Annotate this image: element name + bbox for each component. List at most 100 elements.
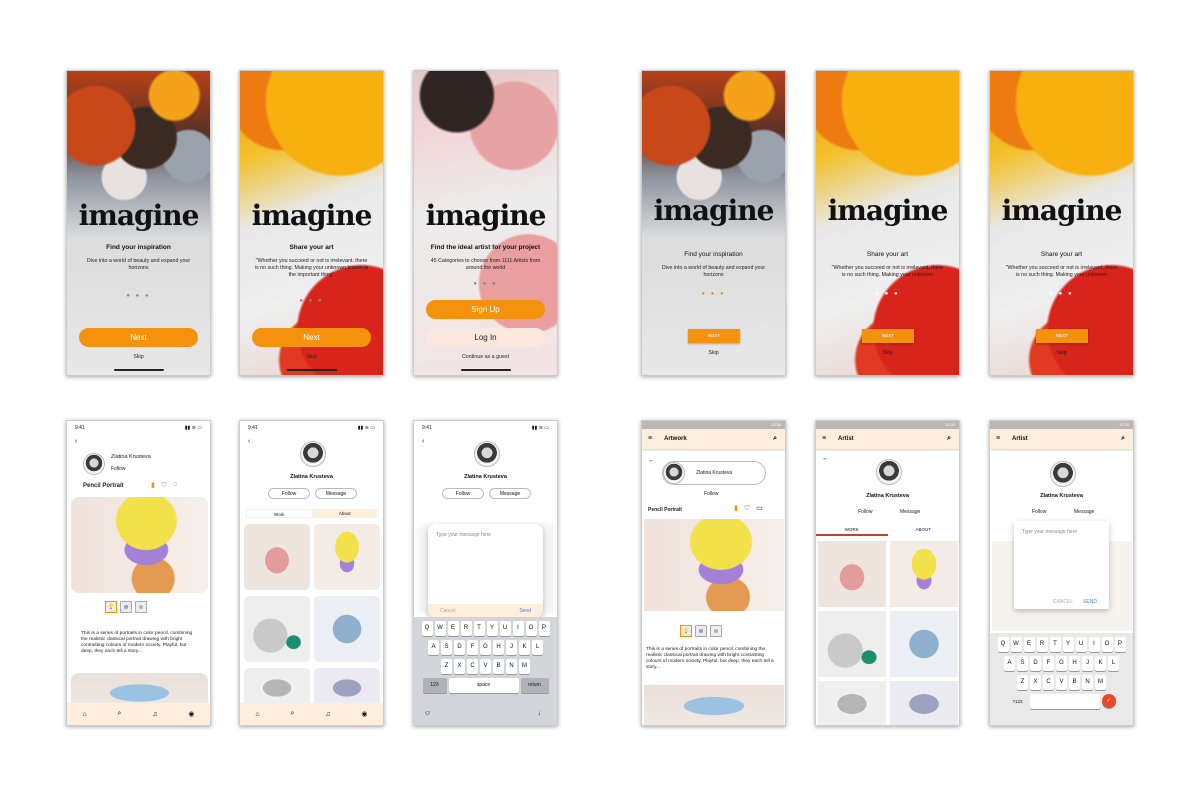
follow-button[interactable]: Follow	[268, 488, 310, 499]
thumbnail[interactable]	[680, 625, 692, 637]
heart-icon[interactable]: ♡	[744, 504, 750, 512]
menu-icon[interactable]: ≡	[996, 429, 1000, 449]
artwork-image[interactable]	[644, 519, 784, 611]
back-arrow-icon[interactable]: ←	[648, 457, 655, 464]
avatar[interactable]	[83, 453, 105, 475]
key-l[interactable]: L	[532, 640, 543, 655]
thumbnail[interactable]	[695, 625, 707, 637]
thumbnail[interactable]	[120, 601, 132, 613]
gallery-tile[interactable]	[244, 596, 310, 662]
key-e[interactable]: E	[1023, 637, 1035, 652]
gallery-tile[interactable]	[314, 524, 380, 590]
message-button[interactable]: Message	[1074, 509, 1094, 515]
follow-link[interactable]: Follow	[111, 466, 125, 472]
key-o[interactable]: O	[1101, 637, 1113, 652]
gallery-tile[interactable]	[244, 668, 310, 708]
key-l[interactable]: L	[1108, 656, 1119, 671]
artwork-image[interactable]	[71, 497, 208, 593]
back-icon[interactable]: ‹	[422, 438, 424, 445]
key-j[interactable]: J	[1082, 656, 1093, 671]
key-u[interactable]: U	[499, 621, 511, 636]
skip-link[interactable]: Skip	[816, 350, 959, 356]
search-icon[interactable]: ⌕	[1121, 429, 1125, 449]
key-w[interactable]: W	[1010, 637, 1022, 652]
message-button[interactable]: Message	[489, 488, 531, 499]
key-h[interactable]: H	[493, 640, 504, 655]
gallery-tile[interactable]	[314, 596, 380, 662]
next-button[interactable]: Next	[252, 328, 371, 347]
next-button[interactable]: Next	[79, 328, 198, 347]
gallery-tile[interactable]	[314, 668, 380, 708]
key-f[interactable]: F	[467, 640, 478, 655]
cancel-button[interactable]: Cancel	[440, 604, 456, 618]
key-f[interactable]: F	[1043, 656, 1054, 671]
bell-icon[interactable]: ♫	[152, 711, 157, 718]
continue-as-guest-link[interactable]: Continue as a guest	[414, 354, 557, 360]
home-icon[interactable]: ⌂	[255, 711, 259, 718]
skip-link[interactable]: Skip	[67, 354, 210, 360]
search-icon[interactable]: ⌕	[947, 429, 951, 449]
key-k[interactable]: K	[1095, 656, 1106, 671]
menu-icon[interactable]: ≡	[648, 429, 652, 449]
key-a[interactable]: A	[1004, 656, 1015, 671]
bookmark-icon[interactable]: ▮	[734, 504, 738, 512]
follow-button[interactable]: Follow	[442, 488, 484, 499]
avatar[interactable]	[663, 462, 685, 484]
key-p[interactable]: P	[1114, 637, 1126, 652]
follow-link[interactable]: Follow	[704, 491, 718, 497]
key-k[interactable]: K	[519, 640, 530, 655]
return-key[interactable]: return	[520, 678, 549, 693]
microphone-icon[interactable]: ♩	[538, 710, 545, 717]
key-y[interactable]: Y	[486, 621, 498, 636]
key-s[interactable]: S	[441, 640, 452, 655]
key-h[interactable]: H	[1069, 656, 1080, 671]
back-arrow-icon[interactable]: ←	[822, 455, 829, 462]
message-input[interactable]: Type your message here	[1014, 521, 1109, 543]
key-c[interactable]: C	[1043, 675, 1054, 690]
key-m[interactable]: M	[1095, 675, 1106, 690]
send-button[interactable]: SEND	[1083, 595, 1097, 609]
gallery-tile[interactable]	[890, 541, 958, 607]
skip-link[interactable]: Skip	[642, 350, 785, 356]
profile-icon[interactable]: ◉	[361, 710, 367, 718]
key-x[interactable]: X	[454, 659, 465, 674]
gallery-tile[interactable]	[818, 541, 886, 607]
gallery-tile[interactable]	[890, 681, 958, 725]
key-v[interactable]: V	[1056, 675, 1067, 690]
follow-button[interactable]: Follow	[1032, 509, 1046, 515]
log-in-button[interactable]: Log In	[426, 328, 545, 347]
key-y[interactable]: Y	[1062, 637, 1074, 652]
skip-link[interactable]: Skip	[990, 350, 1133, 356]
search-icon[interactable]: ⌕	[291, 710, 295, 718]
gallery-tile[interactable]	[818, 611, 886, 677]
gallery-tile[interactable]	[244, 524, 310, 590]
key-q[interactable]: Q	[421, 621, 433, 636]
heart-icon[interactable]: ♡	[161, 481, 167, 489]
thumbnail[interactable]	[105, 601, 117, 613]
key-a[interactable]: A	[428, 640, 439, 655]
comment-icon[interactable]: ◌	[173, 481, 177, 489]
skip-link[interactable]: Skip	[240, 354, 383, 360]
tab-work[interactable]: Work	[246, 509, 313, 518]
bell-icon[interactable]: ♫	[325, 711, 330, 718]
key-p[interactable]: P	[538, 621, 550, 636]
message-input[interactable]: Type your message here	[428, 524, 543, 546]
key-j[interactable]: J	[506, 640, 517, 655]
key-d[interactable]: D	[454, 640, 465, 655]
key-m[interactable]: M	[519, 659, 530, 674]
key-r[interactable]: R	[460, 621, 472, 636]
key-r[interactable]: R	[1036, 637, 1048, 652]
key-x[interactable]: X	[1030, 675, 1041, 690]
comment-icon[interactable]: ▭	[756, 504, 763, 512]
key-c[interactable]: C	[467, 659, 478, 674]
sign-up-button[interactable]: Sign Up	[426, 300, 545, 319]
bookmark-icon[interactable]: ▮	[151, 481, 155, 489]
key-t[interactable]: T	[1049, 637, 1061, 652]
next-button[interactable]: NEXT	[1036, 329, 1088, 343]
message-button[interactable]: Message	[900, 509, 920, 515]
thumbnail[interactable]	[710, 625, 722, 637]
back-icon[interactable]: ‹	[75, 438, 77, 445]
send-button[interactable]: Send	[519, 604, 531, 618]
key-i[interactable]: I	[1088, 637, 1100, 652]
emoji-icon[interactable]: ☺	[424, 710, 431, 717]
